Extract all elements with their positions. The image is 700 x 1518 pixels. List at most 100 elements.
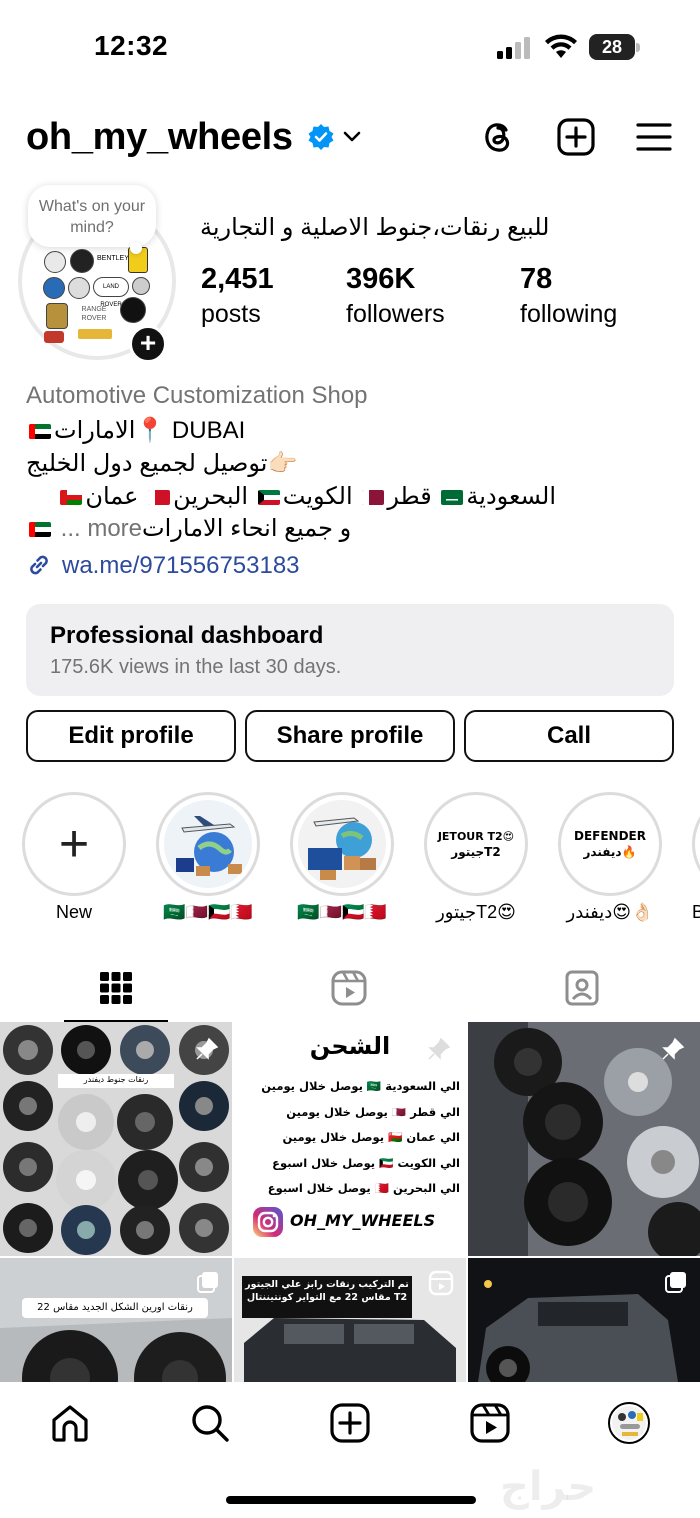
highlight-partial[interactable]: B [692,792,700,952]
verified-badge-icon [308,124,334,150]
instagram-logo-icon [253,1207,283,1237]
profile-avatar-icon[interactable] [608,1402,650,1444]
grid-post[interactable]: رنقات اورين الشكل الجديد مقاس 22 [0,1258,232,1382]
carousel-icon [665,1272,686,1293]
threads-icon[interactable] [478,117,518,157]
profile-username[interactable]: oh_my_wheels [26,116,293,159]
highlight-label: New [55,902,92,922]
highlight-defender[interactable]: DEFENDER ديفندر🔥 ديفندر😍👌🏻 [558,792,662,923]
dashboard-subtitle: 175.6K views in the last 30 days. [50,656,342,678]
highlight-shipping-1[interactable]: 🇸🇦🇶🇦🇰🇼🇧🇭 [156,792,260,923]
post-caption: رنقات جنوط ديفندر [83,1075,149,1084]
stat-label: following [520,300,618,328]
reels-icon[interactable] [469,1402,511,1444]
stat-posts[interactable]: 2,451 posts [201,263,274,329]
post-caption: تم التركيب رنقات رابز علي الجيتور T2 مقا… [245,1279,409,1303]
oman-flag-icon [60,490,83,505]
saudi-flag-icon [441,490,464,505]
stat-label: posts [201,300,261,328]
home-indicator [226,1496,476,1504]
wifi-icon [545,34,577,58]
stat-following[interactable]: 78 following [520,263,617,329]
shipping-line: الي قطر 🇶🇦 يوصل خلال يومين [286,1104,460,1119]
bio-country: السعودية [466,483,556,510]
create-plus-icon[interactable] [556,117,596,157]
status-time: 12:32 [94,30,169,61]
shipping-line: الي البحرين 🇧🇭 يوصل خلال اسبوع [267,1181,460,1195]
battery-level: 28 [589,34,635,60]
grid-tab-icon[interactable] [96,968,136,1008]
bio-link-text: wa.me/971556753183 [62,552,300,579]
qatar-flag-icon [362,490,385,505]
tagged-tab-icon[interactable] [562,968,602,1008]
shipping-line: الي السعودية 🇸🇦 يوصل خلال يومين [261,1079,460,1093]
highlight-jetour[interactable]: JETOUR T2😍 جيتورT2 جيتورT2😍 [424,792,528,923]
cellular-signal-icon [497,37,530,59]
shipping-line: الي عمان 🇴🇲 يوصل خلال يومين [282,1130,460,1144]
pin-icon [662,1037,685,1060]
posts-grid: رنقات جنوط ديفندر الشحن الي السعودية 🇸🇦 … [0,1022,700,1382]
note-bubble[interactable]: What's on your mind? [28,185,156,247]
highlight-cover-text: ديفندر🔥 [583,845,637,859]
bahrain-flag-icon [148,490,171,505]
bio-line-3: السعودية قطر الكويت البحرين عمان [26,482,556,511]
highlight-cover-image: DEFENDER ديفندر🔥 [566,800,654,888]
bio-line-4-text: و جميع انحاء الامارات [142,515,352,542]
uae-flag-icon [29,424,51,439]
kuwait-flag-icon [257,490,280,505]
reels-tab-icon[interactable] [329,968,369,1008]
carousel-icon [197,1272,218,1293]
search-icon[interactable] [189,1402,231,1444]
grid-post[interactable]: الشحن الي السعودية 🇸🇦 يوصل خلال يومين ال… [234,1022,466,1256]
shipping-line: الي الكويت 🇰🇼 يوصل خلال اسبوع [272,1155,460,1170]
highlight-label: ديفندر😍👌🏻 [566,902,654,922]
reel-icon [428,1270,454,1296]
grid-post[interactable]: رنقات جنوط ديفندر [0,1022,232,1256]
uae-flag-icon [29,522,51,537]
highlight-label: B [692,902,700,922]
share-profile-button[interactable]: Share profile [245,710,455,762]
bio-link[interactable]: wa.me/971556753183 [26,552,300,580]
post-brand: OH_MY_WHEELS [290,1211,436,1230]
profile-full-name: للبيع رنقات،جنوط الاصلية و التجارية [200,214,550,241]
bio-line-2: توصيل لجميع دول الخليج👉🏻 [26,450,298,477]
stat-followers[interactable]: 396K followers [346,263,445,329]
highlight-new[interactable]: + New [22,792,126,923]
highlight-cover-text: JETOUR T2😍 [437,829,515,843]
add-story-button[interactable]: + [129,325,167,363]
bio-line-1: الامارات📍 DUBAI [26,416,245,445]
dashboard-title: Professional dashboard [50,622,324,649]
grid-post[interactable]: تم التركيب رنقات رابز علي الجيتور T2 مقا… [234,1258,466,1382]
highlight-shipping-2[interactable]: 🇸🇦🇶🇦🇰🇼🇧🇭 [290,792,394,923]
stat-value: 396K [346,263,416,295]
bio-line-1-text: الامارات📍 DUBAI [54,417,246,444]
bio-country: عمان [85,483,139,510]
stat-label: followers [346,300,445,328]
bio-line-4: ... moreو جميع انحاء الامارات [26,514,351,543]
pin-icon [196,1037,219,1060]
link-icon [30,555,48,575]
highlight-label: جيتورT2😍 [436,902,516,922]
menu-hamburger-icon[interactable] [634,117,674,157]
edit-profile-button[interactable]: Edit profile [26,710,236,762]
plus-icon: + [22,792,126,896]
highlight-label: 🇸🇦🇶🇦🇰🇼🇧🇭 [297,902,387,922]
bio-country: الكويت [282,483,353,510]
home-icon[interactable] [49,1402,91,1444]
pin-icon [428,1037,451,1060]
call-button[interactable]: Call [464,710,674,762]
post-caption: رنقات اورين الشكل الجديد مقاس 22 [37,1302,193,1313]
grid-post[interactable] [468,1258,700,1382]
chevron-down-icon[interactable] [343,130,361,144]
more-link[interactable]: ... more [61,515,142,542]
stat-value: 78 [520,263,553,295]
grid-post[interactable] [468,1022,700,1256]
highlight-cover-text: جيتورT2 [451,844,501,859]
highlight-cover-image [164,800,252,888]
post-lines: الي السعودية 🇸🇦 يوصل خلال يومين الي قطر … [240,1074,460,1202]
create-icon[interactable] [329,1402,371,1444]
bio-country: البحرين [173,483,249,510]
professional-dashboard-card[interactable]: Professional dashboard 175.6K views in t… [26,604,674,696]
battery-icon: 28 [589,34,641,60]
highlight-label: 🇸🇦🇶🇦🇰🇼🇧🇭 [163,902,253,922]
